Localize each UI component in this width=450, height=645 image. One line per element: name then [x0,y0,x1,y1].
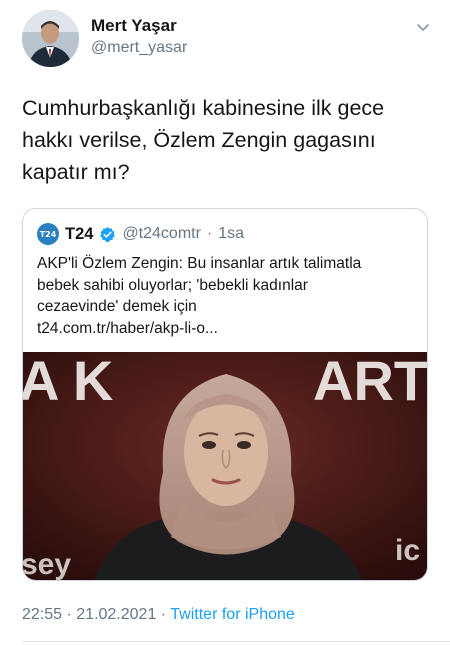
person-photo-avatar-icon [22,10,79,67]
t24-logo-icon[interactable]: T24 [37,223,59,245]
tweet-header: Mert Yaşar @mert_yasar [22,10,432,70]
background-sign-text: A K [23,352,113,412]
quoted-link[interactable]: t24.com.tr/haber/akp-li-o... [37,318,422,340]
tweet-source-link[interactable]: Twitter for iPhone [170,606,295,623]
background-lower-text: ic [395,534,420,567]
quoted-tweet-header: T24 T24 @t24comtr · 1sa [37,221,244,247]
tweet-date[interactable]: 21.02.2021 [76,606,156,623]
quoted-news-photo[interactable]: A K ARTİ sey ic [23,352,428,581]
meta-separator: · [156,606,171,623]
author-handle[interactable]: @mert_yasar [91,39,187,57]
quoted-tweet-card[interactable]: T24 T24 @t24comtr · 1sa AKP'li Özlem Zen… [22,208,428,581]
tweet-time[interactable]: 22:55 [22,606,62,623]
tweet-meta: 22:55 · 21.02.2021 · Twitter for iPhone [22,606,295,624]
quoted-author-handle[interactable]: @t24comtr [122,225,200,243]
quoted-text-line: bebek sahibi oluyorlar; 'bebekli kadınla… [37,276,308,294]
background-lower-text: sey [23,548,71,581]
quoted-text-line: cezaevinde' demek için [37,298,197,315]
background-sign-text: ARTİ [313,352,428,412]
quoted-time[interactable]: 1sa [218,225,244,243]
chevron-down-icon[interactable] [414,18,432,36]
author-name[interactable]: Mert Yaşar [91,16,177,36]
tweet-text-line: kapatır mı? [22,160,130,184]
tweet-text: Cumhurbaşkanlığı kabinesine ilk gece hak… [22,92,432,188]
separator-dot: · [206,225,213,242]
tweet-text-line: Cumhurbaşkanlığı kabinesine ilk gece [22,96,385,120]
verified-badge-icon [100,226,116,242]
meta-separator: · [62,606,77,623]
divider [22,641,450,642]
quoted-author-name[interactable]: T24 [65,225,93,244]
quoted-tweet-text: AKP'li Özlem Zengin: Bu insanlar artık t… [37,253,422,339]
quoted-text-line: AKP'li Özlem Zengin: Bu insanlar artık t… [37,255,362,272]
author-avatar[interactable] [22,10,79,67]
tweet-text-line: hakkı verilse, Özlem Zengin gagasını [22,128,376,152]
